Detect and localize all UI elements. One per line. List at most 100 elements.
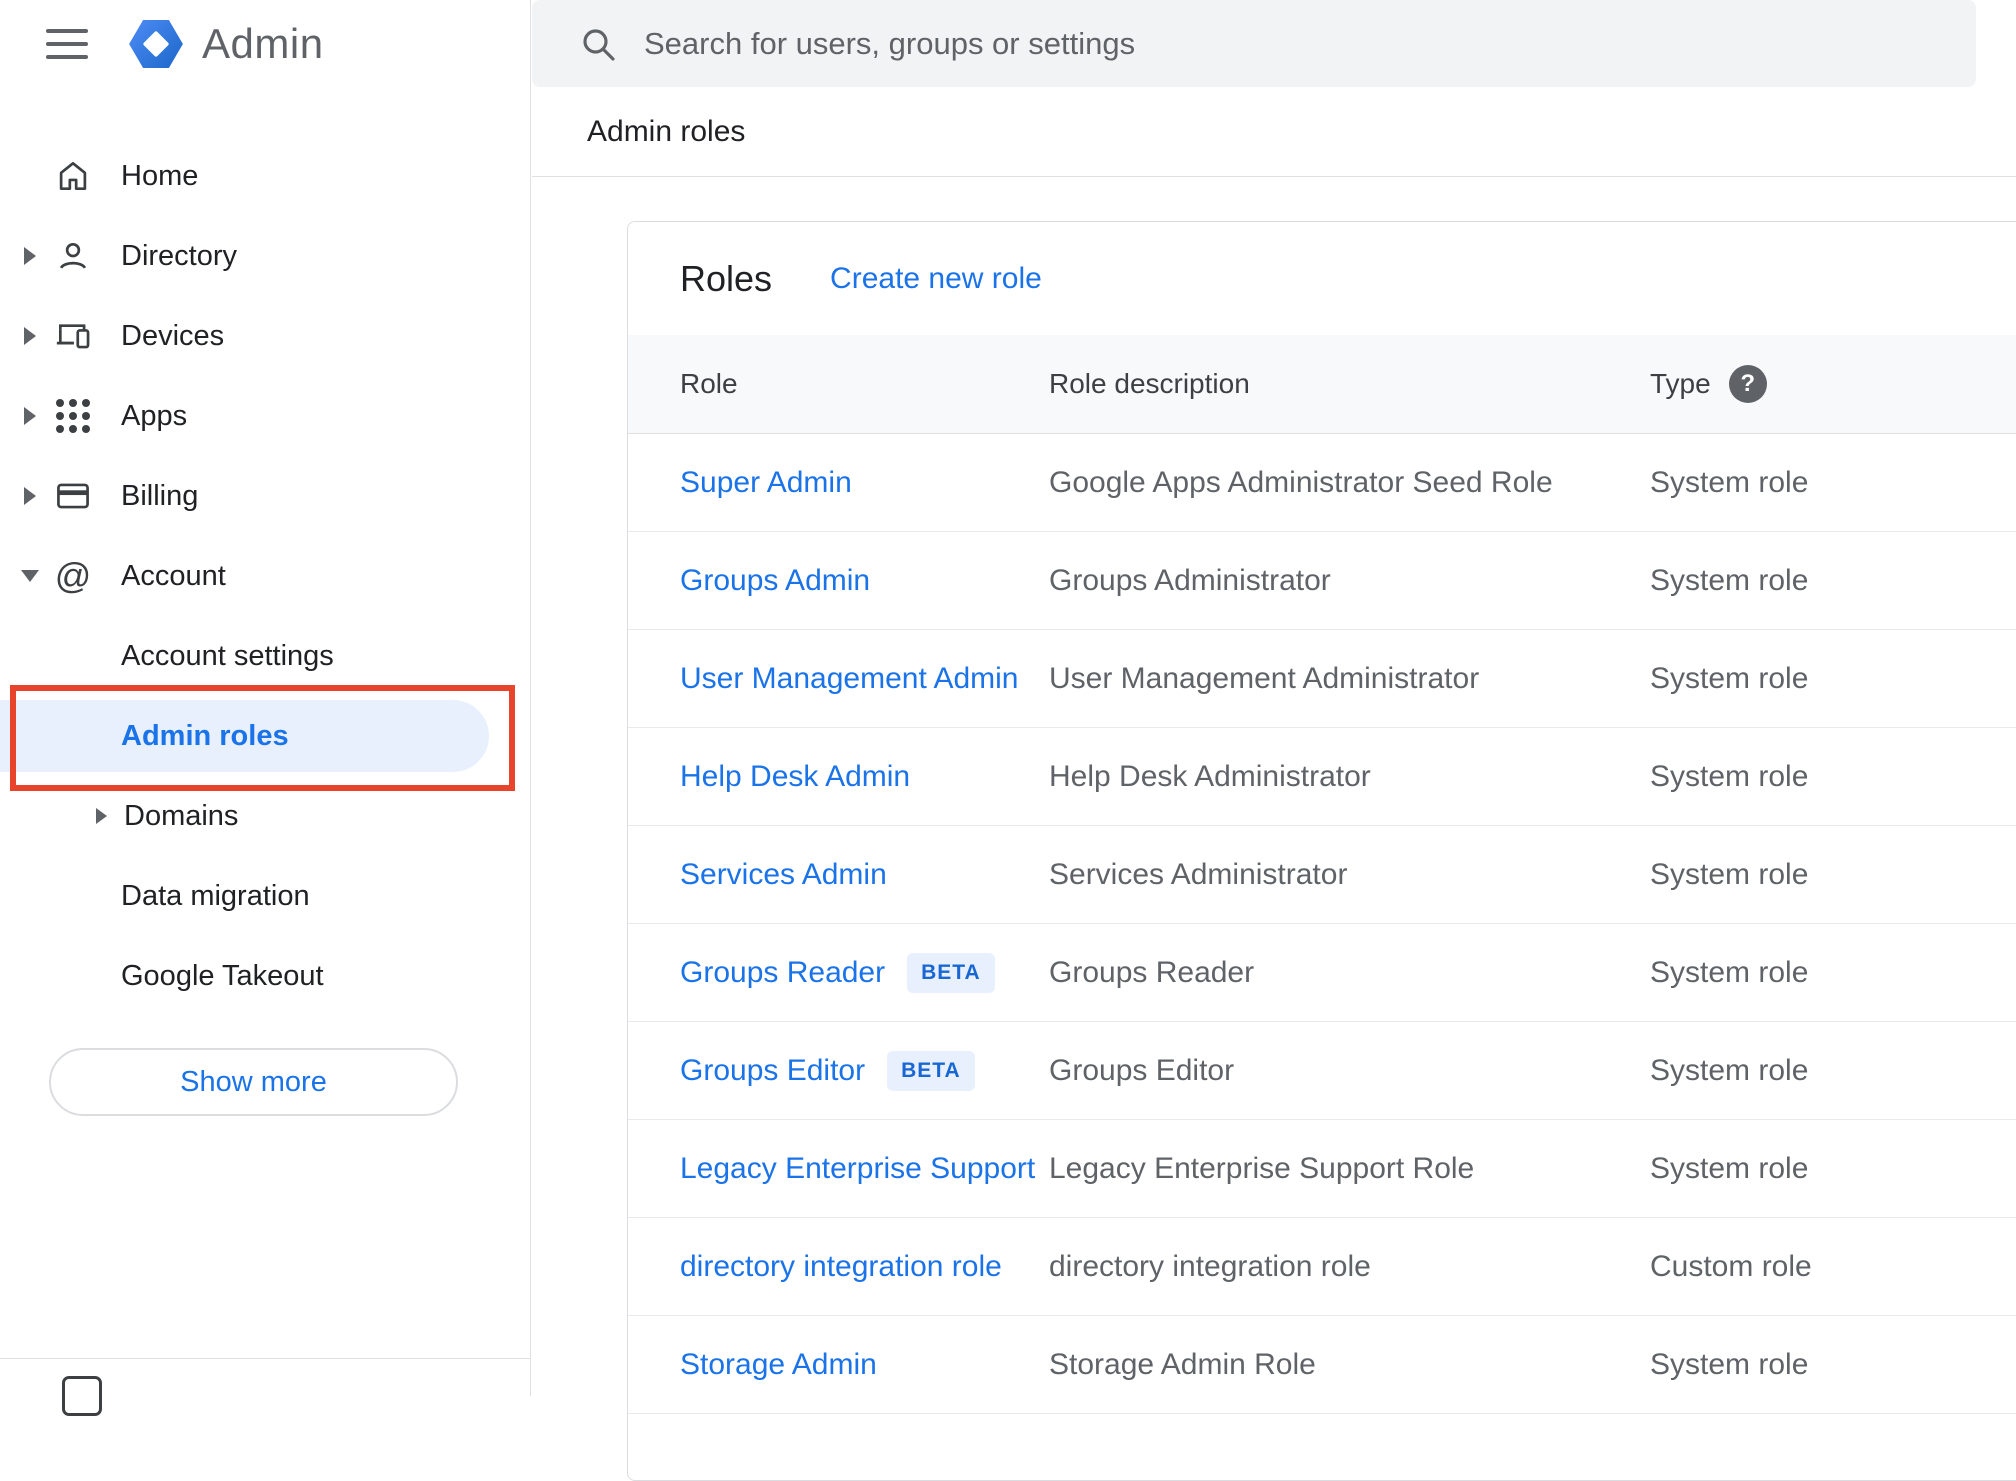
credit-card-icon: [52, 475, 94, 517]
role-link[interactable]: User Management Admin: [680, 662, 1019, 696]
search-bar[interactable]: [532, 0, 1976, 87]
sidebar-bottom-divider: [0, 1358, 531, 1359]
sidebar-item-label: Domains: [124, 799, 239, 832]
role-link[interactable]: Groups Reader: [680, 956, 885, 990]
search-input[interactable]: [644, 25, 1976, 62]
role-description: User Management Administrator: [1049, 661, 1480, 695]
role-description: Groups Administrator: [1049, 563, 1331, 597]
sidebar: Admin Home Directory Devices Apps Billin…: [0, 0, 531, 1416]
roles-card: Roles Create new role Role Role descript…: [627, 221, 2016, 1481]
role-type: System role: [1650, 465, 1809, 499]
role-type: System role: [1650, 759, 1809, 793]
role-link[interactable]: Services Admin: [680, 858, 887, 892]
chevron-right-icon[interactable]: [24, 487, 36, 505]
partial-bottom-icon: [62, 1376, 102, 1416]
sidebar-item-label: Home: [121, 159, 199, 192]
person-icon: [52, 235, 94, 277]
role-link[interactable]: Groups Editor: [680, 1054, 865, 1088]
role-description: Google Apps Administrator Seed Role: [1049, 465, 1553, 499]
table-row: Legacy Enterprise Support Legacy Enterpr…: [628, 1120, 2016, 1218]
devices-icon: [52, 315, 94, 357]
role-description: Groups Editor: [1049, 1053, 1235, 1087]
table-row: Groups Admin Groups Administrator System…: [628, 532, 2016, 630]
column-header-role: Role: [680, 368, 738, 399]
chevron-right-icon[interactable]: [96, 808, 107, 824]
beta-badge: BETA: [887, 1050, 975, 1091]
chevron-right-icon[interactable]: [24, 407, 36, 425]
column-header-type: Type ?: [1650, 365, 2016, 403]
role-link[interactable]: Super Admin: [680, 466, 852, 500]
sidebar-nav: Home Directory Devices Apps Billing @ Ac…: [0, 88, 530, 1016]
sidebar-item-label: Account settings: [121, 639, 334, 672]
sidebar-item-data-migration[interactable]: Data migration: [0, 856, 530, 936]
sidebar-item-devices[interactable]: Devices: [0, 296, 530, 376]
header-divider: [532, 176, 2016, 177]
app-title: Admin: [202, 20, 324, 67]
role-type: System role: [1650, 955, 1809, 989]
breadcrumb: Admin roles: [587, 87, 745, 176]
show-more-button[interactable]: Show more: [49, 1048, 458, 1116]
table-row: Groups Editor BETA Groups Editor System …: [628, 1022, 2016, 1120]
home-icon: [52, 155, 94, 197]
role-link[interactable]: Help Desk Admin: [680, 760, 910, 794]
apps-grid-icon: [52, 395, 94, 437]
sidebar-item-google-takeout[interactable]: Google Takeout: [0, 936, 530, 1016]
main-content: Admin roles Roles Create new role Role R…: [532, 0, 2016, 1481]
sidebar-item-directory[interactable]: Directory: [0, 216, 530, 296]
page-title: Admin roles: [587, 114, 746, 148]
sidebar-item-label: Devices: [121, 319, 225, 352]
sidebar-item-billing[interactable]: Billing: [0, 456, 530, 536]
sidebar-item-domains[interactable]: Domains: [0, 776, 530, 856]
menu-icon[interactable]: [46, 29, 88, 59]
sidebar-item-account-settings[interactable]: Account settings: [0, 616, 530, 696]
role-description: Groups Reader: [1049, 955, 1255, 989]
sidebar-item-label: Google Takeout: [121, 959, 324, 992]
role-description: directory integration role: [1049, 1249, 1371, 1283]
role-description: Help Desk Administrator: [1049, 759, 1371, 793]
sidebar-item-label: Apps: [121, 399, 188, 432]
role-type: System role: [1650, 1053, 1809, 1087]
role-type: System role: [1650, 661, 1809, 695]
sidebar-header: Admin: [0, 0, 530, 88]
table-row: Help Desk Admin Help Desk Administrator …: [628, 728, 2016, 826]
search-icon: [578, 24, 618, 64]
table-row: Super Admin Google Apps Administrator Se…: [628, 434, 2016, 532]
chevron-down-icon[interactable]: [21, 570, 39, 582]
role-type: System role: [1650, 563, 1809, 597]
create-new-role-link[interactable]: Create new role: [830, 262, 1042, 296]
table-header-row: Role Role description Type ?: [628, 335, 2016, 434]
sidebar-item-label: Directory: [121, 239, 238, 272]
role-link[interactable]: directory integration role: [680, 1250, 1002, 1284]
chevron-right-icon[interactable]: [24, 327, 36, 345]
table-row: User Management Admin User Management Ad…: [628, 630, 2016, 728]
sidebar-item-label: Admin roles: [121, 719, 289, 752]
at-sign-icon: @: [54, 555, 92, 596]
roles-title: Roles: [680, 257, 773, 299]
role-description: Storage Admin Role: [1049, 1347, 1316, 1381]
sidebar-item-apps[interactable]: Apps: [0, 376, 530, 456]
role-type: System role: [1650, 1347, 1809, 1381]
role-link[interactable]: Legacy Enterprise Support: [680, 1152, 1035, 1186]
beta-badge: BETA: [907, 952, 995, 993]
admin-logo-icon: [128, 19, 184, 69]
table-row: Services Admin Services Administrator Sy…: [628, 826, 2016, 924]
sidebar-item-home[interactable]: Home: [0, 136, 530, 216]
role-description: Services Administrator: [1049, 857, 1348, 891]
sidebar-item-label: Account: [121, 559, 226, 592]
role-link[interactable]: Storage Admin: [680, 1348, 877, 1382]
role-type: System role: [1650, 857, 1809, 891]
column-header-description: Role description: [1049, 368, 1250, 399]
role-link[interactable]: Groups Admin: [680, 564, 870, 598]
sidebar-item-account[interactable]: @ Account: [0, 536, 530, 616]
role-description: Legacy Enterprise Support Role: [1049, 1151, 1475, 1185]
role-type: Custom role: [1650, 1249, 1812, 1283]
chevron-right-icon[interactable]: [24, 247, 36, 265]
help-icon[interactable]: ?: [1728, 365, 1767, 403]
table-row: directory integration role directory int…: [628, 1218, 2016, 1316]
sidebar-item-admin-roles[interactable]: Admin roles: [0, 696, 530, 776]
roles-card-header: Roles Create new role: [628, 222, 2016, 335]
role-type: System role: [1650, 1151, 1809, 1185]
sidebar-item-label: Data migration: [121, 879, 310, 912]
table-row: Groups Reader BETA Groups Reader System …: [628, 924, 2016, 1022]
sidebar-item-label: Billing: [121, 479, 199, 512]
